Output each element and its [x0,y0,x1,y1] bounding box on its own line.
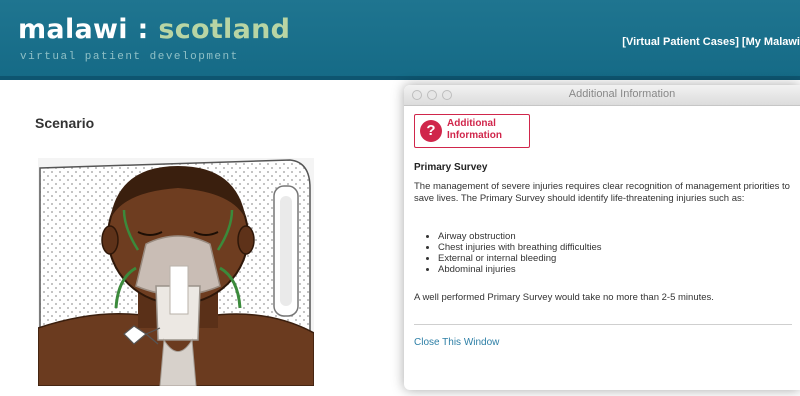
window-titlebar[interactable]: Additional Information [404,85,800,106]
badge-label-line2: Information [447,130,502,141]
top-nav: [Virtual Patient Cases] [My Malawi [622,36,800,48]
nav-virtual-patient-cases[interactable]: [Virtual Patient Cases] [622,36,739,48]
nav-my-malawi[interactable]: [My Malawi [742,36,800,48]
badge-label-line1: Additional [447,118,496,129]
scenario-title: Scenario [35,115,95,131]
site-header: malawi : scotland virtual patient develo… [0,0,800,80]
divider [414,324,792,325]
window-title: Additional Information [568,88,676,100]
closing-paragraph: A well performed Primary Survey would ta… [414,292,714,303]
patient-illustration [38,158,314,386]
brand-name: malawi [18,14,128,45]
list-item: Chest injuries with breathing difficulti… [438,242,602,253]
additional-info-badge: ? Additional Information [414,114,530,148]
brand-accent: scotland [158,14,291,45]
badge-label: Additional Information [447,118,502,142]
close-window-link[interactable]: Close This Window [414,337,499,348]
additional-info-window: Additional Information ? Additional Info… [404,85,800,390]
site-logo[interactable]: malawi : scotland [18,14,290,45]
brand-separator: : [127,14,159,45]
site-tagline: virtual patient development [20,51,239,63]
question-icon: ? [420,120,442,142]
list-item: Airway obstruction [438,231,602,242]
list-item: External or internal bleeding [438,253,602,264]
intro-paragraph: The management of severe injuries requir… [414,181,790,204]
list-item: Abdominal injuries [438,264,602,275]
injury-list: Airway obstruction Chest injuries with b… [426,231,602,275]
section-title: Primary Survey [414,162,488,173]
